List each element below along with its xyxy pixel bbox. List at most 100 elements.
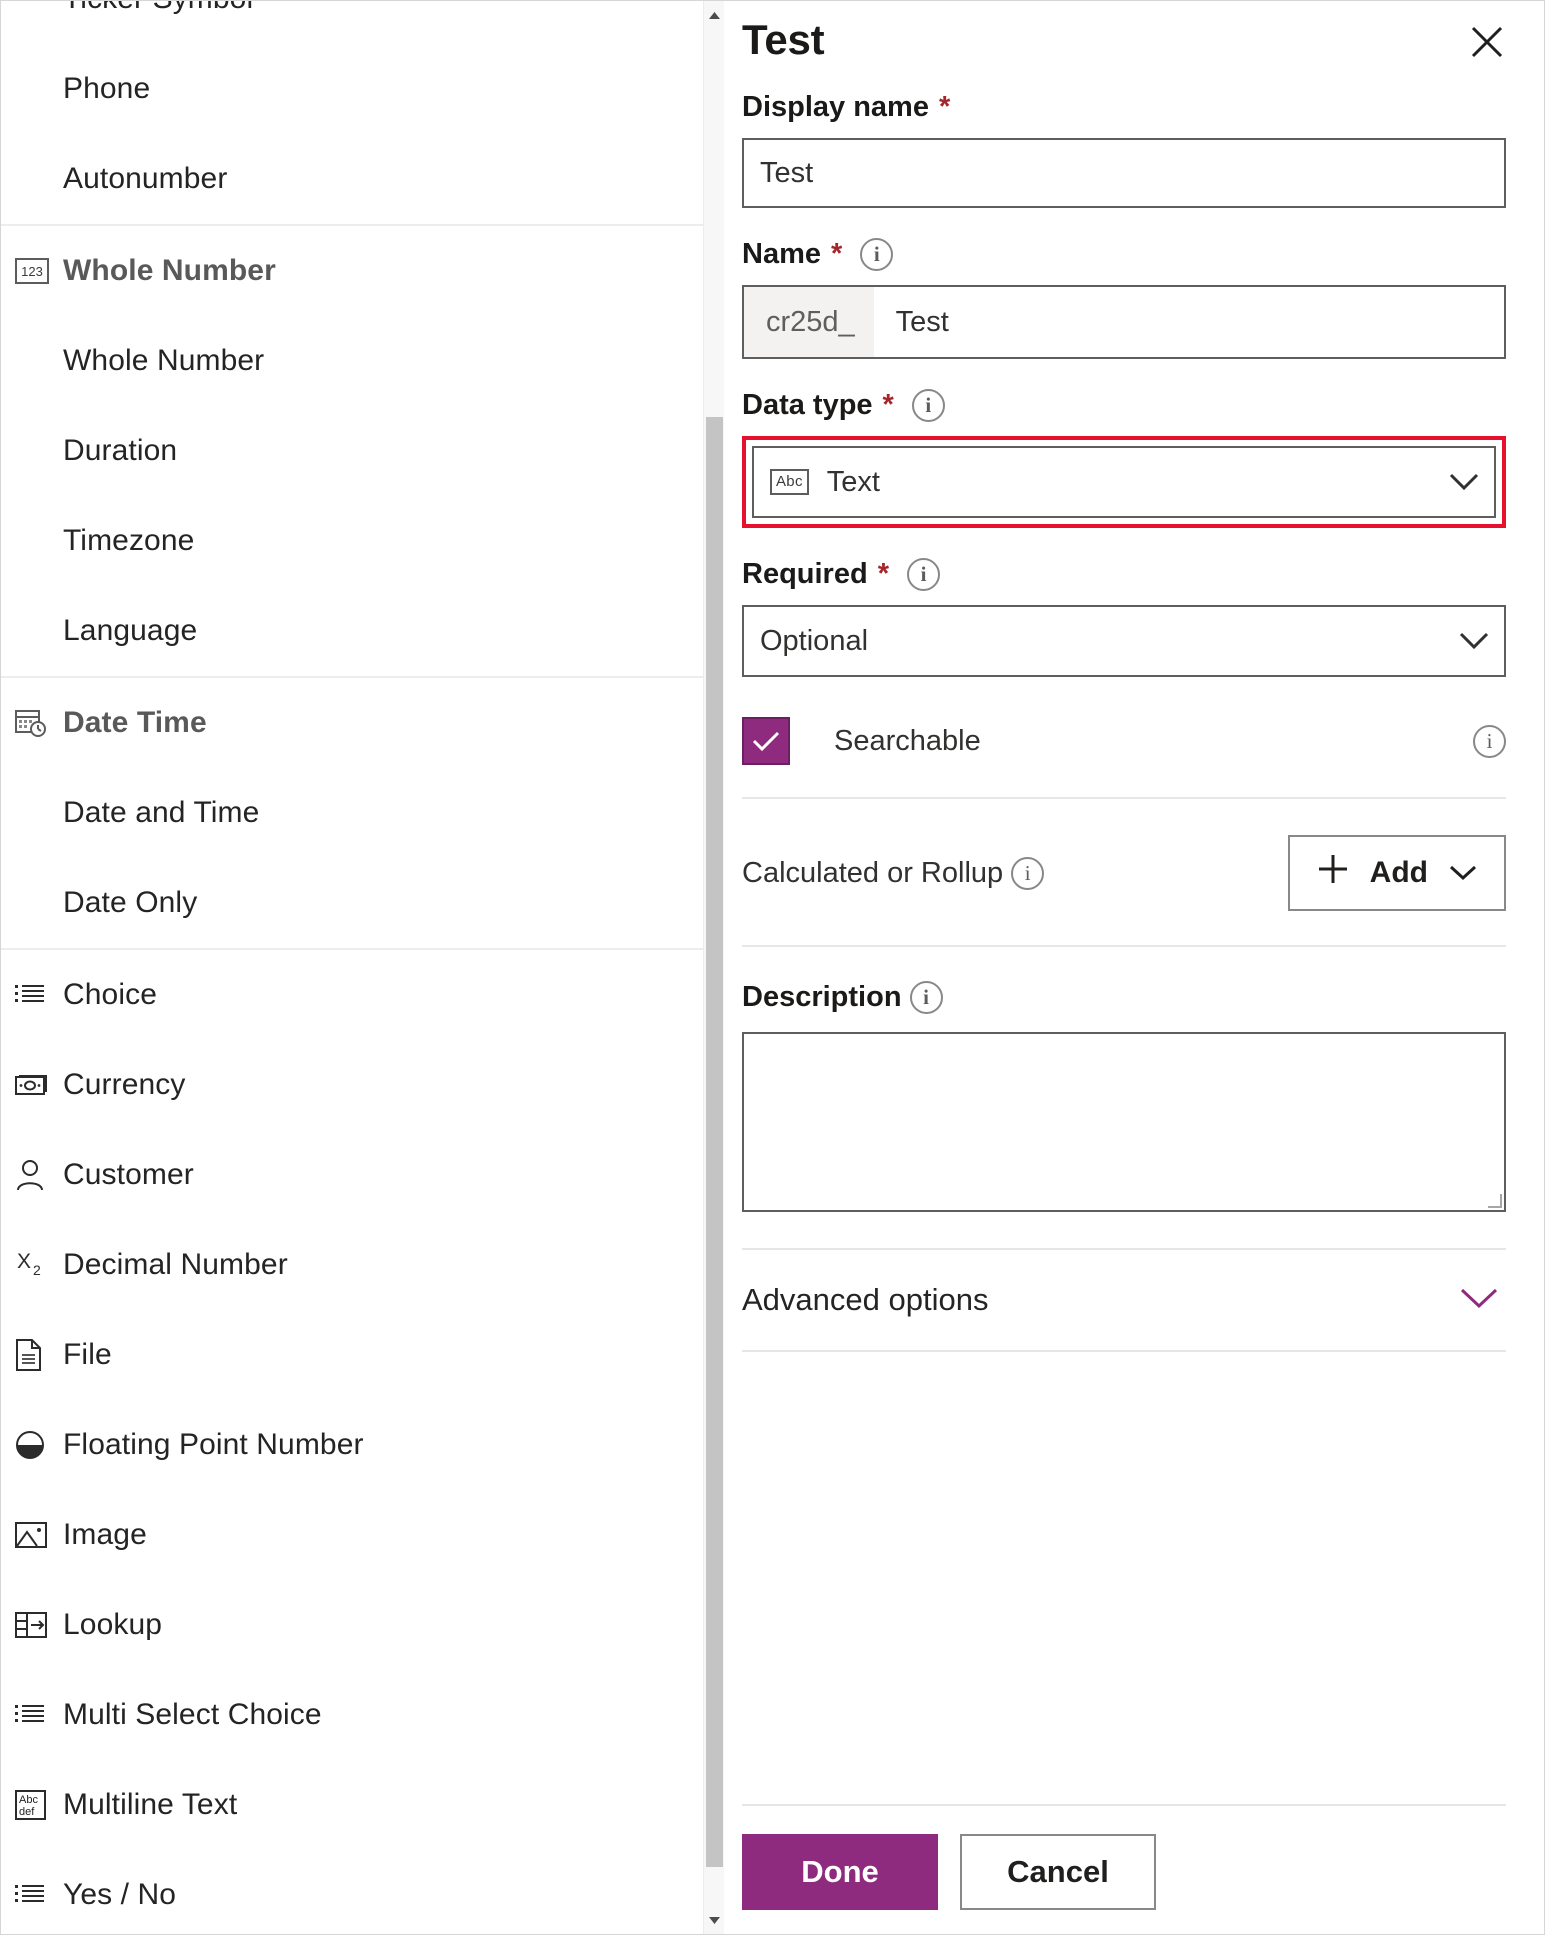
list-icon	[15, 983, 63, 1007]
lookup-table-arrow-icon	[15, 1611, 63, 1639]
info-icon[interactable]: i	[911, 389, 945, 422]
list-item-currency[interactable]: Currency	[1, 1040, 724, 1130]
group-header-label: Whole Number	[63, 254, 276, 287]
group-header-whole-number[interactable]: 123 Whole Number	[1, 226, 724, 316]
checkmark-icon	[752, 731, 780, 752]
name-value[interactable]: Test	[874, 287, 1504, 357]
money-icon	[15, 1072, 63, 1098]
data-type-label-text: Data type	[742, 389, 873, 421]
required-label: Required * i	[742, 558, 1506, 591]
cancel-button[interactable]: Cancel	[960, 1834, 1156, 1910]
svg-text:123: 123	[21, 264, 43, 279]
list-item-label: Multiline Text	[63, 1788, 238, 1821]
required-field-group: Required * i Optional	[742, 558, 1506, 677]
divider	[742, 1350, 1506, 1352]
list-item-date-and-time[interactable]: Date and Time	[1, 768, 724, 858]
list-item-whole-number[interactable]: Whole Number	[1, 316, 724, 406]
list-item-choice[interactable]: Choice	[1, 950, 724, 1040]
footer-divider	[742, 1804, 1506, 1806]
display-name-label: Display name *	[742, 91, 1506, 124]
data-type-list-pane: Ticker Symbol Phone Autonumber 123	[1, 1, 724, 1934]
chevron-down-icon[interactable]	[1458, 1286, 1500, 1315]
chevron-down-icon[interactable]	[1448, 856, 1478, 890]
description-field-group: Description i	[742, 947, 1506, 1212]
info-icon[interactable]: i	[906, 558, 940, 591]
list-item-duration[interactable]: Duration	[1, 406, 724, 496]
list-item-label: Ticker Symbol	[63, 1, 253, 16]
list-item-customer[interactable]: Customer	[1, 1130, 724, 1220]
required-asterisk: *	[882, 389, 894, 421]
panel-footer: Done Cancel	[742, 1834, 1506, 1910]
list-item-language[interactable]: Language	[1, 586, 724, 676]
list-item-date-only[interactable]: Date Only	[1, 858, 724, 948]
list-item-file[interactable]: File	[1, 1310, 724, 1400]
list-item-floating-point-number[interactable]: Floating Point Number	[1, 1400, 724, 1490]
display-name-label-text: Display name	[742, 91, 929, 123]
list-item-multi-select-choice[interactable]: Multi Select Choice	[1, 1670, 724, 1760]
data-type-dropdown[interactable]: Abc Text	[752, 446, 1496, 518]
display-name-field-group: Display name * Test	[742, 91, 1506, 208]
add-button[interactable]: Add	[1287, 835, 1506, 911]
svg-text:def: def	[19, 1806, 35, 1818]
person-icon	[15, 1159, 63, 1191]
plus-icon	[1316, 852, 1350, 894]
name-field-group: Name * i cr25d_ Test	[742, 238, 1506, 359]
required-dropdown[interactable]: Optional	[742, 605, 1506, 677]
description-textarea[interactable]	[742, 1032, 1506, 1212]
data-type-group-date-time: Date Time Date and Time Date Only	[1, 676, 724, 948]
info-icon[interactable]: i	[909, 981, 943, 1014]
chevron-up-icon[interactable]	[704, 4, 724, 26]
field-editor-screen: Ticker Symbol Phone Autonumber 123	[0, 0, 1545, 1935]
searchable-row: Searchable i	[742, 711, 1506, 771]
list-item-yes-no[interactable]: Yes / No	[1, 1850, 724, 1934]
list-item-label: Image	[63, 1518, 147, 1551]
advanced-options-toggle[interactable]: Advanced options	[742, 1250, 1506, 1350]
data-type-list: Ticker Symbol Phone Autonumber 123	[1, 1, 724, 1934]
scrollbar-thumb[interactable]	[706, 417, 723, 1867]
panel-header: Test	[742, 19, 1506, 91]
group-header-date-time[interactable]: Date Time	[1, 678, 724, 768]
list-item-multiline-text[interactable]: Abc def Multiline Text	[1, 1760, 724, 1850]
list-scrollbar[interactable]	[703, 1, 724, 1934]
calculated-or-rollup-label: Calculated or Rollup i	[742, 856, 1045, 890]
resize-handle-icon[interactable]	[1488, 1194, 1502, 1208]
svg-text:X: X	[17, 1250, 31, 1273]
name-input-wrapper[interactable]: cr25d_ Test	[742, 285, 1506, 359]
calculated-or-rollup-label-text: Calculated or Rollup	[742, 856, 1004, 889]
info-icon[interactable]: i	[1011, 856, 1045, 890]
display-name-input[interactable]: Test	[742, 138, 1506, 208]
info-icon[interactable]: i	[1473, 724, 1506, 758]
info-icon[interactable]: i	[860, 238, 894, 271]
searchable-label: Searchable	[834, 724, 981, 757]
data-type-highlight-annotation: Abc Text	[742, 436, 1506, 528]
chevron-down-icon[interactable]	[704, 1909, 724, 1931]
123-box-icon: 123	[15, 258, 63, 284]
calculated-or-rollup-row: Calculated or Rollup i Add	[742, 799, 1506, 945]
list-item-label: Date Only	[63, 886, 198, 919]
list-item-label: Choice	[63, 978, 157, 1011]
field-properties-panel: Test Display name * Test Name * i cr25d_…	[724, 1, 1544, 1934]
calendar-clock-icon	[15, 708, 63, 738]
list-item-autonumber[interactable]: Autonumber	[1, 134, 724, 224]
searchable-checkbox[interactable]	[742, 717, 790, 765]
list-item-decimal-number[interactable]: X 2 Decimal Number	[1, 1220, 724, 1310]
list-item-lookup[interactable]: Lookup	[1, 1580, 724, 1670]
list-item-ticker-symbol[interactable]: Ticker Symbol	[1, 1, 724, 44]
chevron-down-icon[interactable]	[1458, 631, 1490, 651]
list-item-timezone[interactable]: Timezone	[1, 496, 724, 586]
done-button[interactable]: Done	[742, 1834, 938, 1910]
group-header-label: Date Time	[63, 706, 207, 739]
list-item-label: Phone	[63, 72, 151, 105]
page-title: Test	[742, 16, 825, 63]
list-item-label: Lookup	[63, 1608, 163, 1641]
list-item-image[interactable]: Image	[1, 1490, 724, 1580]
list-icon	[15, 1883, 63, 1907]
abc-box-icon: Abc	[770, 469, 809, 495]
chevron-down-icon[interactable]	[1448, 472, 1480, 492]
close-icon[interactable]	[1464, 19, 1510, 65]
svg-text:2: 2	[33, 1262, 41, 1278]
data-type-group-whole-number: 123 Whole Number Whole Number Duration T…	[1, 224, 724, 676]
name-prefix: cr25d_	[744, 287, 874, 357]
list-item-label: Duration	[63, 434, 178, 467]
list-item-phone[interactable]: Phone	[1, 44, 724, 134]
